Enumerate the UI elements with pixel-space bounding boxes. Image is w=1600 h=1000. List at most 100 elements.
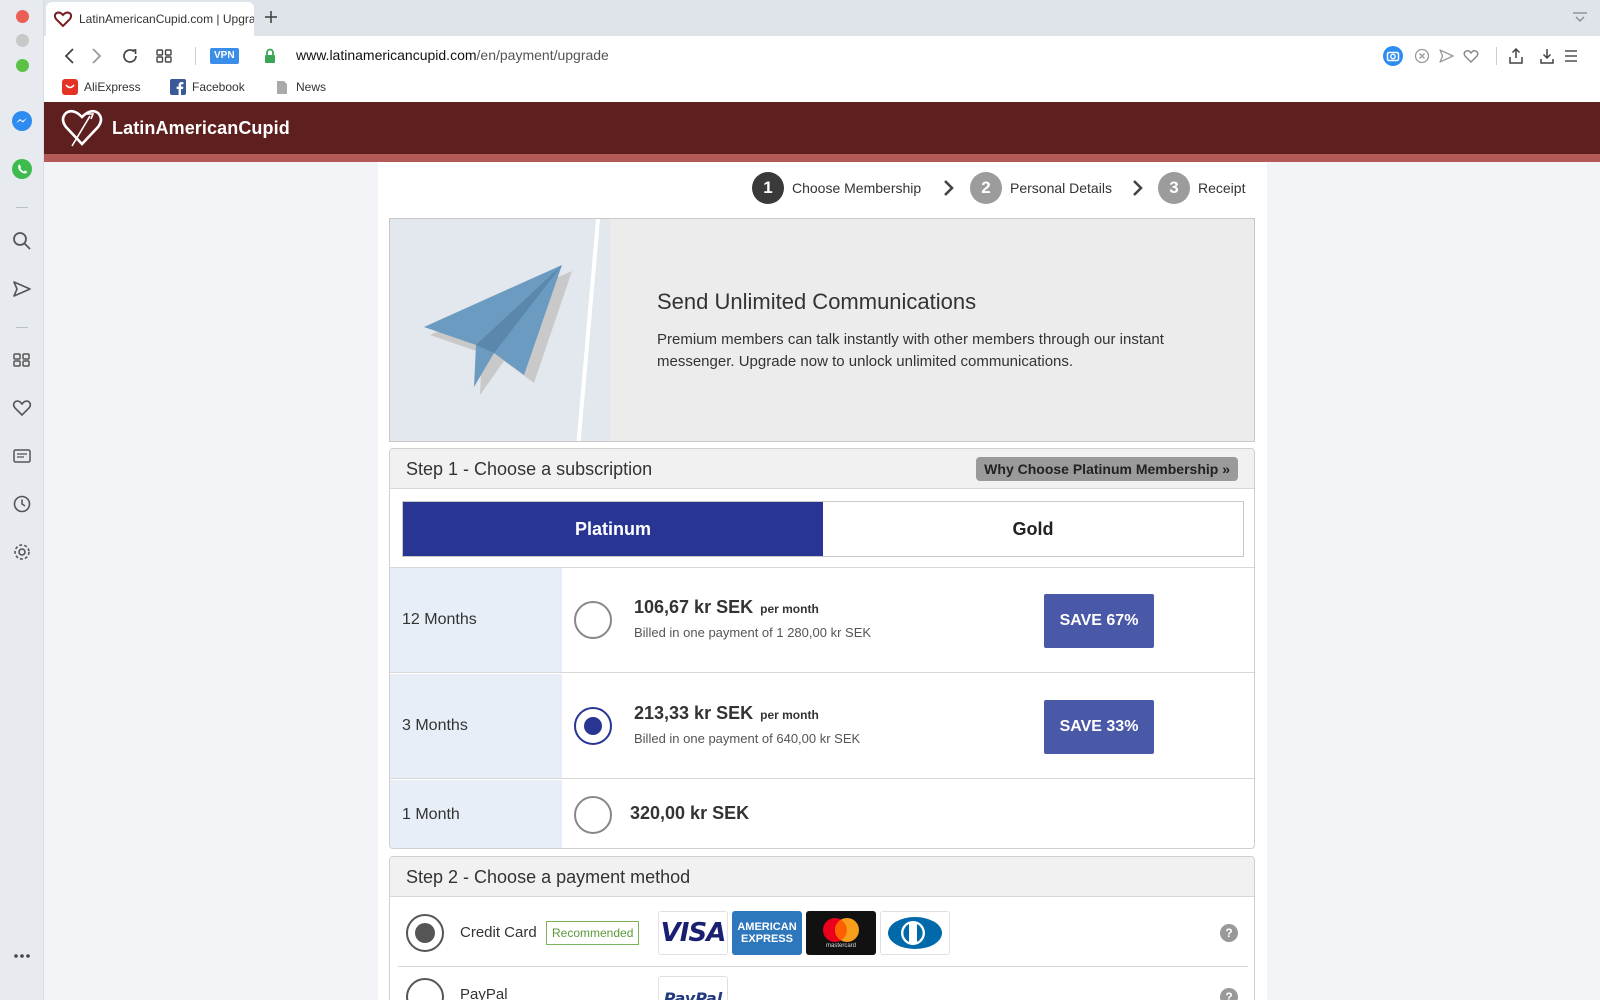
feature-banner: Send Unlimited Communications Premium me… (389, 218, 1255, 442)
tier-platinum-tab[interactable]: Platinum (403, 502, 823, 556)
adblock-icon[interactable] (1410, 44, 1434, 68)
bookmark-news[interactable]: News (274, 79, 326, 95)
new-tab-button[interactable] (260, 6, 282, 28)
speed-dial-icon[interactable] (152, 44, 176, 68)
plan-row-12-months[interactable]: 12 Months 106,67 kr SEK per month Billed… (390, 568, 1254, 673)
easy-setup-menu-icon[interactable] (1559, 44, 1583, 68)
payment-option-paypal[interactable]: PayPal PayPal ? (398, 968, 1248, 1000)
share-icon[interactable] (1504, 44, 1528, 68)
help-icon[interactable]: ? (1220, 924, 1238, 942)
bookmark-heart-icon[interactable] (1459, 44, 1483, 68)
history-icon[interactable] (10, 492, 34, 516)
plan-billing-note: Billed in one payment of 1 280,00 kr SEK (634, 625, 872, 640)
browser-tab[interactable]: LatinAmericanCupid.com | Upgrade (46, 2, 254, 36)
search-icon[interactable] (10, 229, 34, 253)
site-favicon-icon (54, 11, 72, 27)
more-icon[interactable] (10, 944, 34, 968)
plan-row-1-month[interactable]: 1 Month 320,00 kr SEK (390, 780, 1254, 848)
payment-label: PayPal (460, 986, 508, 1000)
toolbar-divider (1496, 47, 1497, 65)
whatsapp-icon[interactable] (10, 157, 34, 181)
plan-price: 213,33 kr SEK per month (634, 703, 819, 724)
plan-billing-note: Billed in one payment of 640,00 kr SEK (634, 731, 861, 746)
payment-radio[interactable] (406, 914, 444, 952)
visa-logo-text: VISA (660, 918, 727, 948)
mastercard-card-icon: mastercard (806, 911, 876, 955)
tab-strip: LatinAmericanCupid.com | Upgrade (44, 0, 1600, 36)
step-label: Choose Membership (792, 180, 922, 196)
plan-radio[interactable] (574, 796, 612, 834)
settings-icon[interactable] (10, 540, 34, 564)
vpn-badge[interactable]: VPN (210, 48, 239, 64)
save-badge[interactable]: SAVE 33% (1044, 700, 1154, 754)
step-choose-membership: 1 Choose Membership (752, 172, 921, 204)
header-stripe (44, 154, 1600, 162)
news-icon[interactable] (10, 444, 34, 468)
messenger-icon[interactable] (10, 109, 34, 133)
back-button[interactable] (58, 44, 82, 68)
lock-icon[interactable] (258, 44, 282, 68)
send-icon[interactable] (10, 277, 34, 301)
plan-price: 320,00 kr SEK (630, 803, 750, 823)
address-toolbar: VPN www.latinamericancupid.com/en/paymen… (44, 36, 1600, 76)
paypal-logo-icon: PayPal (658, 976, 728, 1000)
reload-button[interactable] (118, 44, 142, 68)
minimize-window-button[interactable] (16, 34, 29, 47)
payment-label: Credit Card (460, 924, 537, 941)
toolbar-divider (195, 47, 196, 65)
save-badge[interactable]: SAVE 67% (1044, 594, 1154, 648)
payment-radio[interactable] (406, 978, 444, 1000)
download-icon[interactable] (1535, 44, 1559, 68)
step-receipt: 3 Receipt (1158, 172, 1245, 204)
bookmark-facebook[interactable]: Facebook (170, 79, 245, 95)
document-icon (274, 79, 290, 95)
diners-club-card-icon (880, 911, 950, 955)
bookmark-aliexpress[interactable]: AliExpress (62, 79, 141, 95)
snapshot-icon[interactable] (1381, 44, 1405, 68)
paper-plane-icon (424, 265, 572, 395)
mastercard-logo-text: mastercard (825, 943, 856, 949)
plan-row-3-months[interactable]: 3 Months 213,33 kr SEK per month Billed … (390, 674, 1254, 779)
bookmarks-bar: AliExpress Facebook News (44, 76, 1600, 102)
browser-sidebar (0, 0, 44, 1000)
heart-logo-icon (61, 109, 103, 147)
panel-header: Step 2 - Choose a payment method (390, 857, 1254, 897)
panel-header: Step 1 - Choose a subscription Why Choos… (390, 449, 1254, 489)
tier-toggle: Platinum Gold (402, 501, 1244, 557)
step-personal-details: 2 Personal Details (970, 172, 1112, 204)
url-host: www.latinamericancupid.com (296, 47, 477, 63)
paypal-logo-text: PayPal (663, 988, 723, 1000)
forward-button[interactable] (84, 44, 108, 68)
send-tab-icon[interactable] (1434, 44, 1458, 68)
tier-gold-tab[interactable]: Gold (823, 502, 1243, 556)
grid-icon[interactable] (10, 348, 34, 372)
tab-menu-icon[interactable] (1572, 10, 1588, 29)
banner-text: Premium members can talk instantly with … (657, 331, 1164, 370)
help-icon[interactable]: ? (1220, 988, 1238, 1000)
step-label: Personal Details (1010, 180, 1112, 196)
plan-radio[interactable] (574, 601, 612, 639)
tab-title: LatinAmericanCupid.com | Upgrade (79, 12, 254, 26)
price-unit: per month (760, 708, 819, 722)
price-amount: 106,67 kr SEK (634, 597, 754, 617)
plan-duration: 1 Month (390, 780, 562, 848)
bookmark-label: Facebook (192, 80, 245, 94)
heart-icon[interactable] (10, 396, 34, 420)
address-bar[interactable]: www.latinamericancupid.com/en/payment/up… (296, 47, 609, 63)
plan-radio[interactable] (574, 707, 612, 745)
subscription-panel: Step 1 - Choose a subscription Why Choos… (389, 448, 1255, 849)
zoom-window-button[interactable] (16, 59, 29, 72)
facebook-icon (170, 79, 186, 95)
visa-card-icon: VISA (658, 911, 728, 955)
close-window-button[interactable] (16, 10, 29, 23)
price-unit: per month (760, 602, 819, 616)
why-platinum-button[interactable]: Why Choose Platinum Membership » (976, 457, 1238, 481)
step-label: Receipt (1198, 180, 1246, 196)
recommended-badge: Recommended (546, 921, 640, 945)
step-number: 2 (970, 172, 1002, 204)
payment-option-credit-card[interactable]: Credit Card Recommended VISA AMERICAN EX… (398, 897, 1248, 967)
panel-title: Step 1 - Choose a subscription (406, 459, 653, 479)
chevron-right-icon (942, 179, 956, 197)
plan-price: 106,67 kr SEK per month (634, 597, 819, 618)
site-logo[interactable]: LatinAmericanCupid (60, 108, 290, 148)
